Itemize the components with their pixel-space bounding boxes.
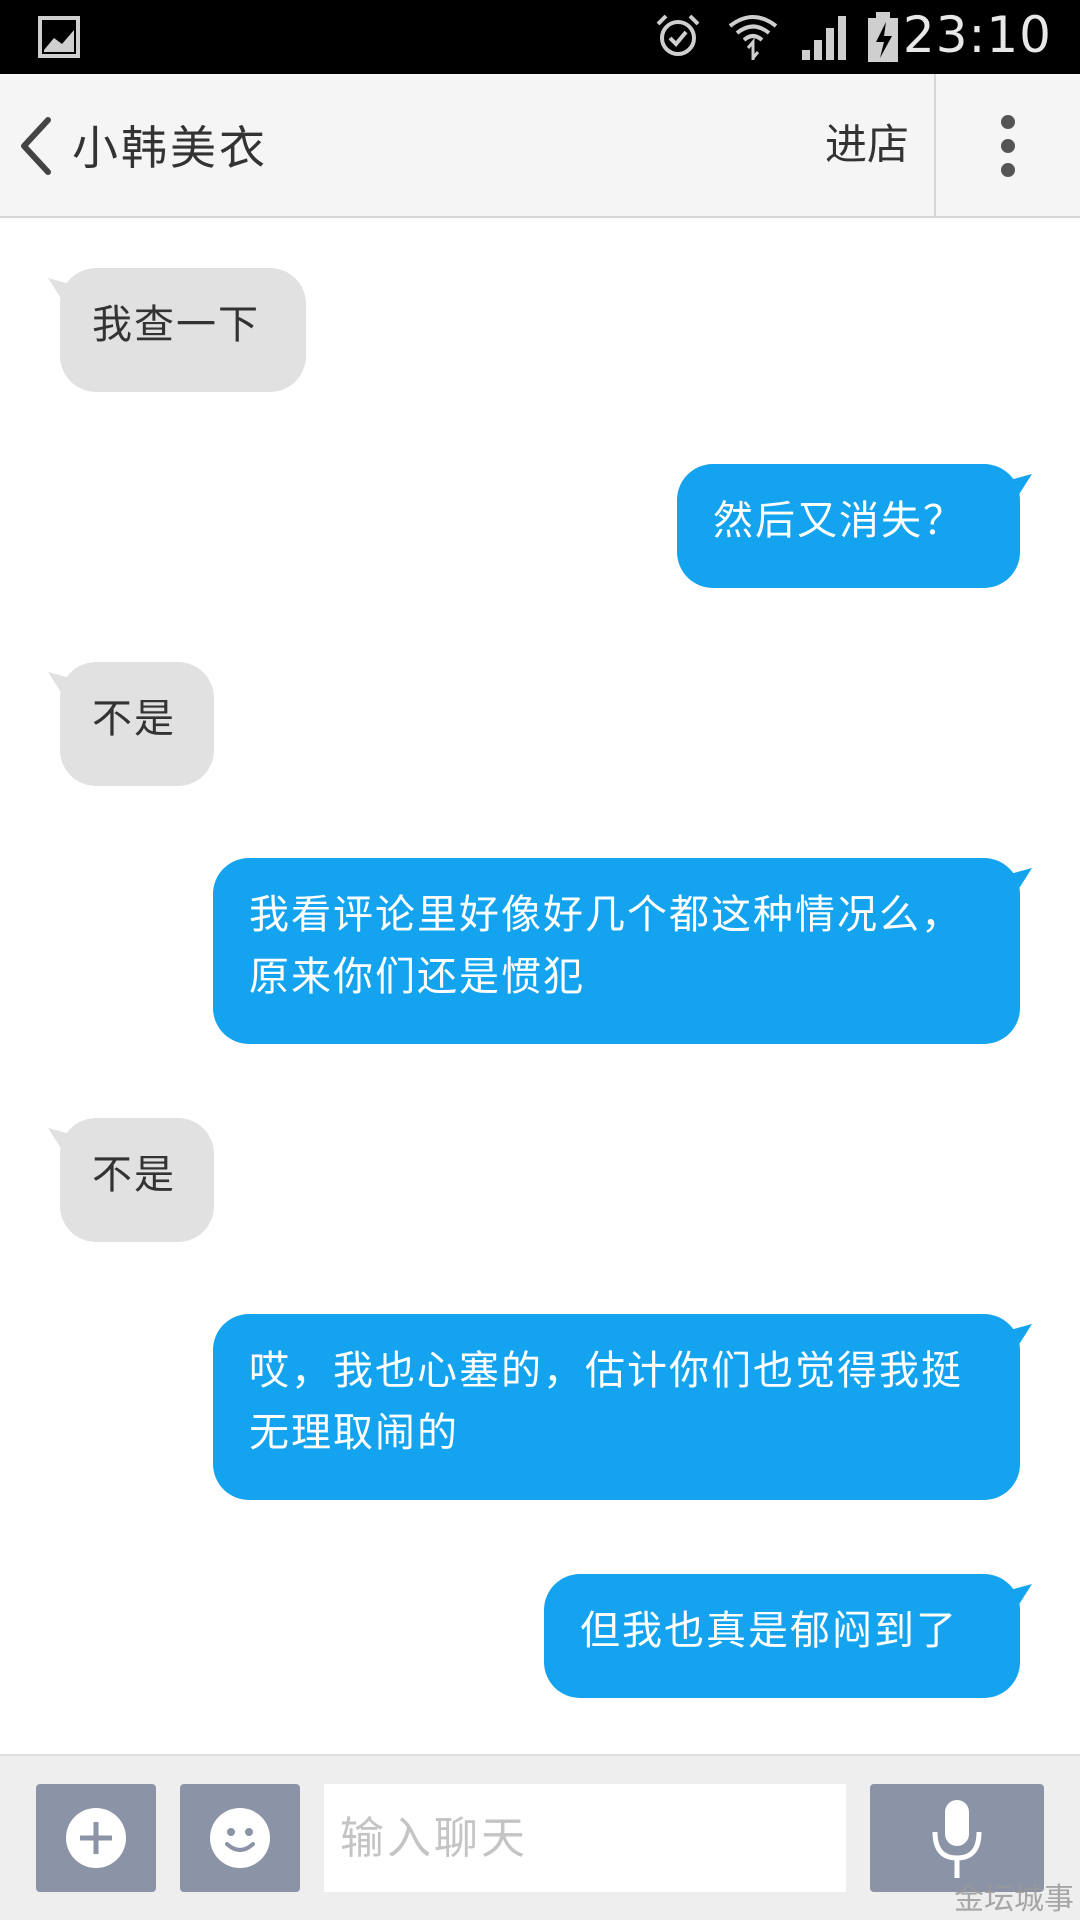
more-vertical-icon[interactable] <box>960 114 1056 178</box>
message-incoming[interactable]: 不是 <box>48 1118 214 1242</box>
bubble-tail <box>1010 868 1032 890</box>
message-text: 不是 <box>92 1152 176 1198</box>
gallery-icon <box>38 16 80 58</box>
bubble-tail <box>48 1128 70 1150</box>
message-text: 然后又消失？ <box>713 498 965 544</box>
bubble-tail <box>48 672 70 694</box>
bubble-tail <box>1010 474 1032 496</box>
message-text: 但我也真是郁闷到了 <box>580 1608 958 1654</box>
bubble-tail <box>48 278 70 300</box>
add-button[interactable] <box>36 1784 156 1892</box>
message-list[interactable]: 我查一下 然后又消失？ 不是 我看评论里好像好几个都这种情况么，原来你们还是惯犯… <box>0 218 1080 1754</box>
header-divider <box>934 74 936 216</box>
bubble-tail <box>1010 1324 1032 1346</box>
enter-store-button[interactable]: 进店 <box>800 74 934 216</box>
microphone-icon <box>932 1800 982 1878</box>
message-incoming[interactable]: 我查一下 <box>48 268 306 392</box>
message-text: 哎，我也心塞的，估计你们也觉得我挺无理取闹的 <box>249 1348 963 1456</box>
smiley-icon <box>210 1808 270 1868</box>
battery-charging-icon <box>868 12 898 62</box>
emoji-button[interactable] <box>180 1784 300 1892</box>
signal-icon <box>802 16 846 60</box>
message-outgoing[interactable]: 哎，我也心塞的，估计你们也觉得我挺无理取闹的 <box>213 1314 1032 1500</box>
message-outgoing[interactable]: 但我也真是郁闷到了 <box>544 1574 1032 1698</box>
message-incoming[interactable]: 不是 <box>48 662 214 786</box>
message-text: 我查一下 <box>92 302 260 348</box>
page-title: 小韩美衣 <box>72 121 268 175</box>
alarm-icon <box>656 14 700 56</box>
chat-input[interactable] <box>324 1784 846 1892</box>
chat-header: 小韩美衣 进店 <box>0 74 1080 218</box>
message-outgoing[interactable]: 然后又消失？ <box>677 464 1032 588</box>
watermark: 金坛城事 <box>954 1882 1074 1917</box>
clock-time: 23:10 <box>902 6 1052 64</box>
status-bar: 23:10 <box>0 0 1080 74</box>
chevron-left-icon[interactable] <box>14 114 58 178</box>
message-outgoing[interactable]: 我看评论里好像好几个都这种情况么，原来你们还是惯犯 <box>213 858 1032 1044</box>
input-bar <box>0 1754 1080 1920</box>
message-text: 我看评论里好像好几个都这种情况么，原来你们还是惯犯 <box>249 892 963 1000</box>
wifi-icon <box>728 15 778 60</box>
plus-icon <box>66 1808 126 1868</box>
message-text: 不是 <box>92 696 176 742</box>
bubble-tail <box>1010 1584 1032 1606</box>
